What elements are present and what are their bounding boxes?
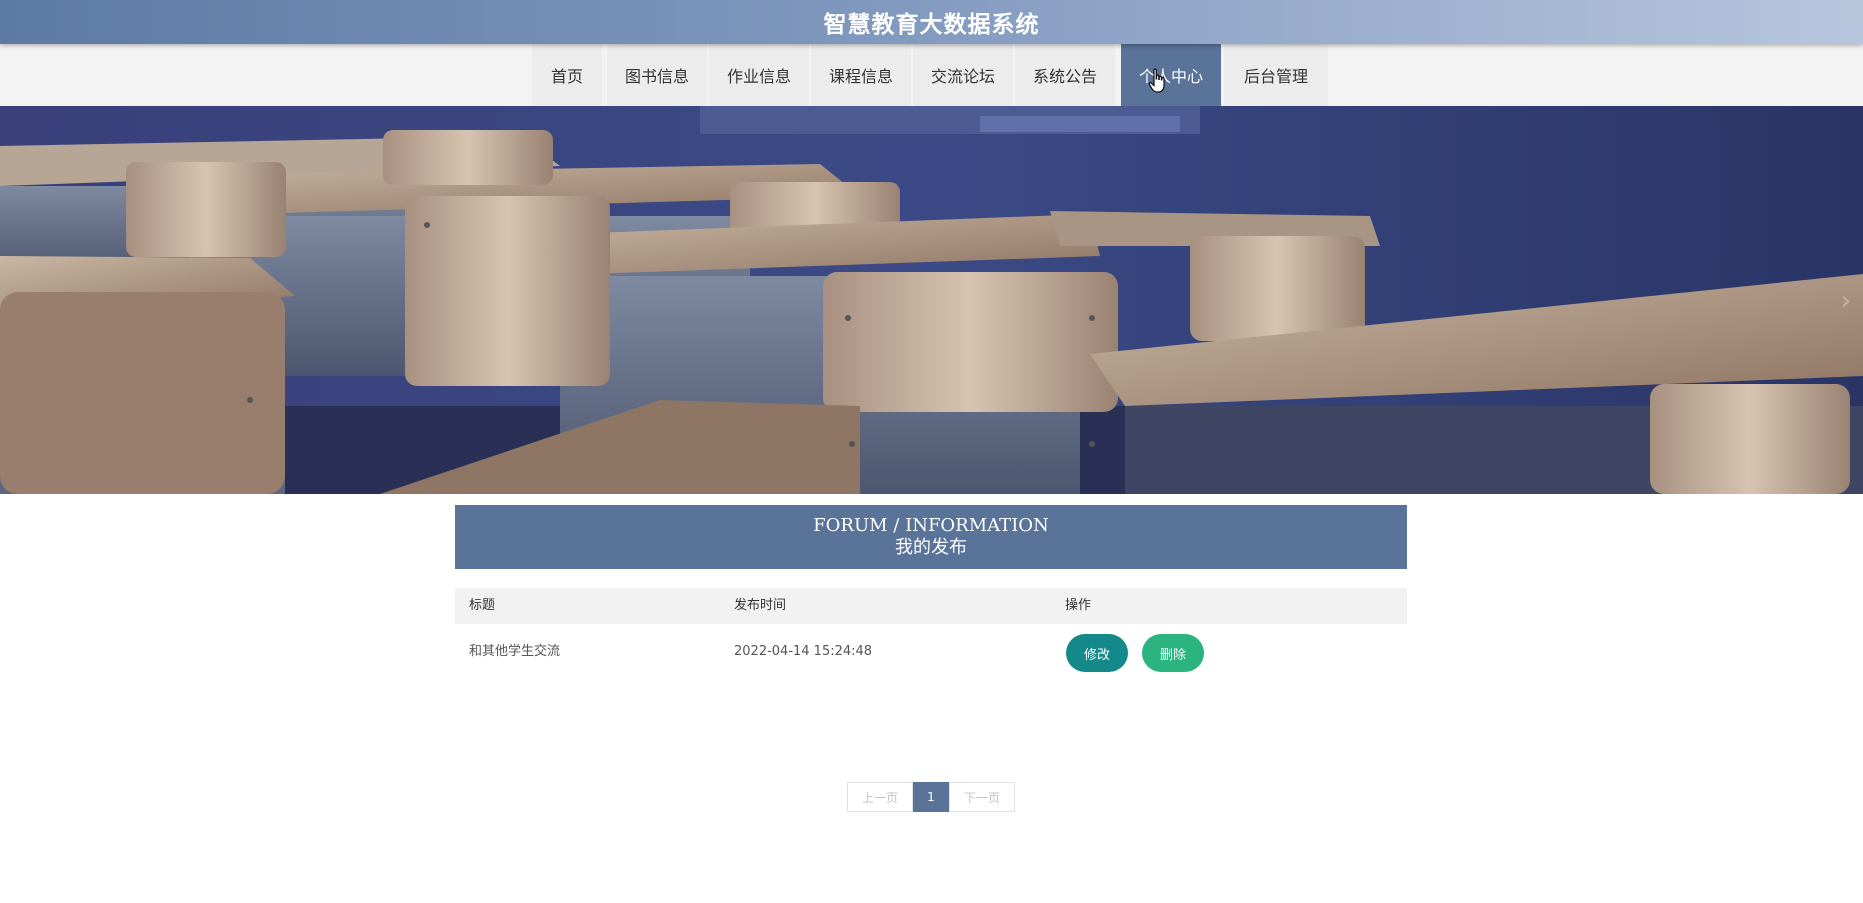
nav-item-courses[interactable]: 课程信息	[811, 44, 911, 106]
nav-item-forum[interactable]: 交流论坛	[913, 44, 1013, 106]
nav-item-books[interactable]: 图书信息	[607, 44, 707, 106]
pagination: 上一页 1 下一页	[847, 782, 1015, 812]
section-header: FORUM / INFORMATION 我的发布	[455, 505, 1407, 569]
nav-item-announcements[interactable]: 系统公告	[1015, 44, 1115, 106]
post-title: 和其他学生交流	[469, 644, 561, 659]
table-row: 和其他学生交流 2022-04-14 15:24:48 修改 删除	[455, 624, 1407, 680]
section-title-en: FORUM / INFORMATION	[813, 515, 1049, 536]
edit-button[interactable]: 修改	[1066, 634, 1128, 672]
posts-table: 标题 发布时间 操作 和其他学生交流 2022-04-14 15:24:48 修…	[455, 588, 1407, 812]
section-title-zh: 我的发布	[895, 537, 967, 558]
current-page-button[interactable]: 1	[913, 782, 949, 812]
top-header: 智慧教育大数据系统	[0, 0, 1863, 44]
nav-item-personal-center[interactable]: 个人中心	[1121, 44, 1221, 106]
main-content: FORUM / INFORMATION 我的发布 标题 发布时间 操作 和其他学…	[455, 505, 1407, 812]
carousel-next-icon[interactable]: ›	[1841, 286, 1851, 316]
main-nav: 首页 图书信息 作业信息 课程信息 交流论坛 系统公告 个人中心 后台管理	[0, 44, 1863, 106]
next-page-button[interactable]: 下一页	[949, 782, 1015, 812]
hand-cursor-icon	[1148, 68, 1165, 93]
table-header: 标题 发布时间 操作	[455, 588, 1407, 624]
nav-item-admin[interactable]: 后台管理	[1224, 44, 1328, 106]
delete-button[interactable]: 删除	[1142, 634, 1204, 672]
hero-banner-classroom: ›	[0, 106, 1863, 494]
header-time: 发布时间	[734, 598, 787, 613]
site-title: 智慧教育大数据系统	[823, 12, 1040, 38]
classroom-illustration	[0, 106, 1863, 494]
prev-page-button[interactable]: 上一页	[847, 782, 913, 812]
nav-item-homework[interactable]: 作业信息	[709, 44, 809, 106]
post-time: 2022-04-14 15:24:48	[734, 644, 873, 659]
header-actions: 操作	[1065, 598, 1092, 613]
nav-item-home[interactable]: 首页	[532, 44, 602, 106]
header-title: 标题	[469, 598, 496, 613]
